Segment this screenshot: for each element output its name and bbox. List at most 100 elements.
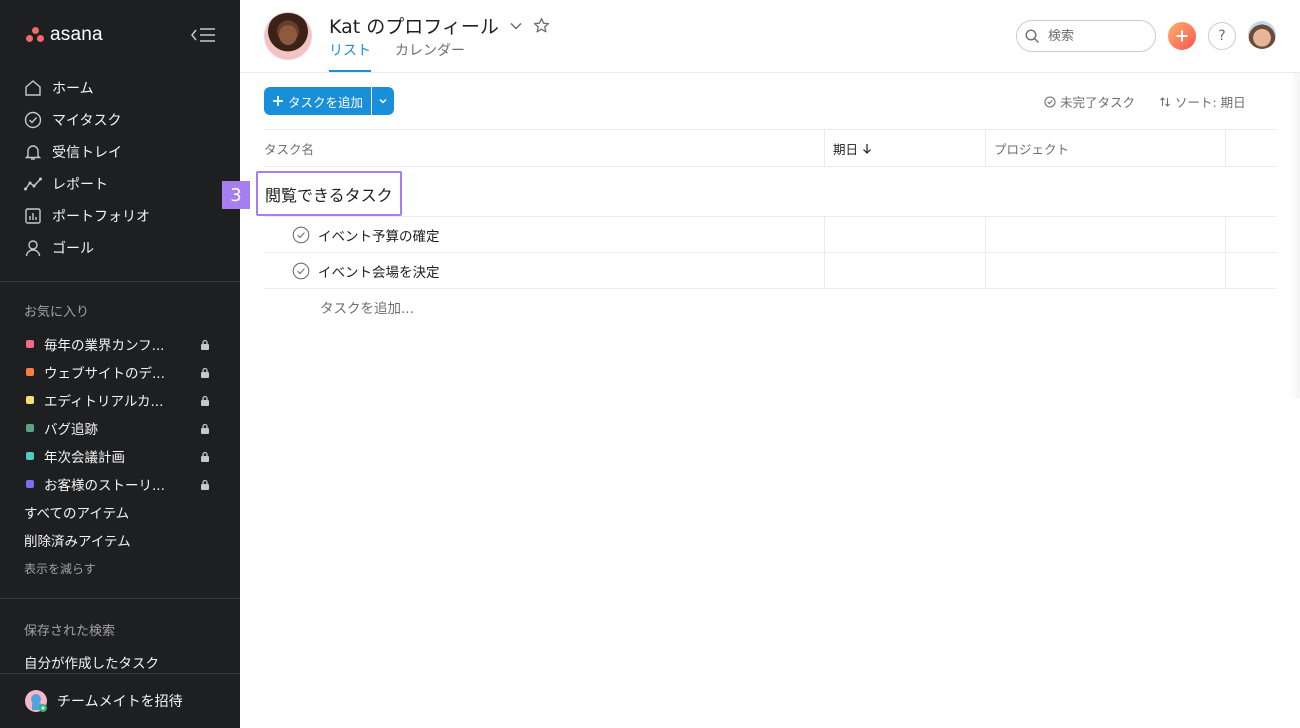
add-task-button[interactable]: タスクを追加 <box>264 87 372 115</box>
lock-icon <box>201 395 209 406</box>
help-button[interactable]: ? <box>1208 22 1236 50</box>
task-due-cell[interactable] <box>825 217 986 252</box>
table-row[interactable]: イベント予算の確定 <box>264 217 1276 253</box>
invite-teammates-button[interactable]: チームメイトを招待 <box>0 673 240 728</box>
sort-arrows-icon <box>1160 96 1170 107</box>
complete-check-icon[interactable] <box>292 226 310 244</box>
portfolio-icon <box>25 208 41 224</box>
favorite-item[interactable]: 毎年の業界カンフ... <box>0 330 240 358</box>
project-color-dot <box>26 452 34 460</box>
sidebar-item-label: マイタスク <box>52 113 122 129</box>
sort-button[interactable]: ソート: 期日 <box>1159 92 1246 111</box>
arrow-down-icon <box>863 144 871 154</box>
add-column-area[interactable] <box>1226 130 1276 167</box>
section-row: 閲覧できるタスク <box>256 167 1276 217</box>
favorite-item[interactable]: エディトリアルカ... <box>0 386 240 414</box>
search-icon <box>1025 28 1039 43</box>
sidebar-item-goals[interactable]: ゴール <box>0 232 240 264</box>
task-name: イベント予算の確定 <box>318 228 440 245</box>
favorite-label: 毎年の業界カンフ... <box>44 338 165 354</box>
all-items-link[interactable]: すべてのアイテム <box>0 498 240 526</box>
sidebar-item-label: ホーム <box>52 81 94 97</box>
show-less-link[interactable]: 表示を減らす <box>0 554 240 582</box>
lock-icon <box>201 423 209 434</box>
favorites-title[interactable]: お気に入り <box>24 301 89 320</box>
person-icon <box>25 240 41 257</box>
quick-add-button[interactable] <box>1168 22 1196 50</box>
task-extra-cell <box>1226 217 1276 252</box>
tab-list[interactable]: リスト <box>329 40 371 72</box>
sidebar-divider <box>0 281 240 282</box>
view-tabs: リスト カレンダー <box>329 40 465 72</box>
table-header: タスク名 期日 プロジェクト <box>264 129 1276 167</box>
check-circle-icon <box>1044 95 1056 108</box>
invite-gift-icon <box>25 690 47 712</box>
sidebar-item-label: レポート <box>52 177 108 193</box>
column-header-due-date[interactable]: 期日 <box>825 130 986 167</box>
sidebar-item-home[interactable]: ホーム <box>0 72 240 104</box>
asana-logo[interactable]: asana <box>26 24 103 46</box>
task-name-cell[interactable]: イベント会場を決定 <box>264 253 825 288</box>
collapse-sidebar-button[interactable] <box>190 26 216 44</box>
star-icon <box>533 17 550 33</box>
asana-logo-icon <box>26 27 44 43</box>
logo-text: asana <box>50 24 103 45</box>
sidebar: asana ホーム マイタスク 受信トレイ レポート ポートフォリオ ゴール お… <box>0 0 240 728</box>
favorite-label: ウェブサイトのデ... <box>44 366 165 382</box>
favorite-item[interactable]: ウェブサイトのデ... <box>0 358 240 386</box>
page-title-group: Kat のプロフィール <box>329 12 550 39</box>
home-icon <box>25 80 41 96</box>
sidebar-item-label: ポートフォリオ <box>52 209 150 225</box>
filter-label: 未完了タスク <box>1060 95 1136 110</box>
project-color-dot <box>26 396 34 404</box>
add-task-label: タスクを追加 <box>288 94 364 110</box>
add-task-dropdown-button[interactable] <box>372 87 395 115</box>
task-name-cell[interactable]: イベント予算の確定 <box>264 217 825 252</box>
add-task-inline[interactable]: タスクを追加... <box>264 289 1276 325</box>
sidebar-item-portfolios[interactable]: ポートフォリオ <box>0 200 240 232</box>
task-project-cell[interactable] <box>986 217 1226 252</box>
project-color-dot <box>26 340 34 348</box>
saved-search-item[interactable]: 自分が作成したタスク <box>24 652 159 672</box>
table-row[interactable]: イベント会場を決定 <box>264 253 1276 289</box>
invite-label: チームメイトを招待 <box>57 694 183 710</box>
task-extra-cell <box>1226 253 1276 288</box>
sidebar-item-my-tasks[interactable]: マイタスク <box>0 104 240 136</box>
search-box[interactable] <box>1016 20 1156 52</box>
favorite-item[interactable]: お客様のストーリ... <box>0 470 240 498</box>
sidebar-item-label: ゴール <box>52 241 94 257</box>
project-color-dot <box>26 424 34 432</box>
page-title: Kat のプロフィール <box>329 16 499 38</box>
section-header[interactable]: 閲覧できるタスク <box>256 171 402 216</box>
page-header: Kat のプロフィール リスト カレンダー ? <box>240 0 1300 73</box>
favorite-label: エディトリアルカ... <box>44 394 164 410</box>
sidebar-item-inbox[interactable]: 受信トレイ <box>0 136 240 168</box>
incomplete-tasks-filter[interactable]: 未完了タスク <box>1044 92 1135 111</box>
task-project-cell[interactable] <box>986 253 1226 288</box>
favorite-item[interactable]: 年次会議計画 <box>0 442 240 470</box>
lock-icon <box>201 367 209 378</box>
plus-icon <box>273 96 283 106</box>
saved-searches-title[interactable]: 保存された検索 <box>24 620 115 639</box>
sort-label: ソート: 期日 <box>1175 95 1246 110</box>
sidebar-item-reports[interactable]: レポート <box>0 168 240 200</box>
complete-check-icon[interactable] <box>292 262 310 280</box>
title-dropdown-button[interactable] <box>509 19 523 33</box>
column-header-project[interactable]: プロジェクト <box>986 130 1226 167</box>
sidebar-item-label: 受信トレイ <box>52 145 122 161</box>
search-input[interactable] <box>1048 28 1144 44</box>
favorite-item[interactable]: バグ追跡 <box>0 414 240 442</box>
chart-line-icon <box>24 177 42 191</box>
column-header-task-name[interactable]: タスク名 <box>264 130 825 167</box>
task-due-cell[interactable] <box>825 253 986 288</box>
chevron-down-icon <box>510 22 522 30</box>
favorite-star-button[interactable] <box>533 17 550 34</box>
user-avatar[interactable] <box>1248 21 1276 49</box>
annotation-badge: 3 <box>222 181 250 209</box>
project-color-dot <box>26 480 34 488</box>
lock-icon <box>201 451 209 462</box>
chevron-down-icon <box>379 98 387 104</box>
profile-avatar[interactable] <box>264 12 312 60</box>
tab-calendar[interactable]: カレンダー <box>395 40 465 72</box>
deleted-items-link[interactable]: 削除済みアイテム <box>0 526 240 554</box>
